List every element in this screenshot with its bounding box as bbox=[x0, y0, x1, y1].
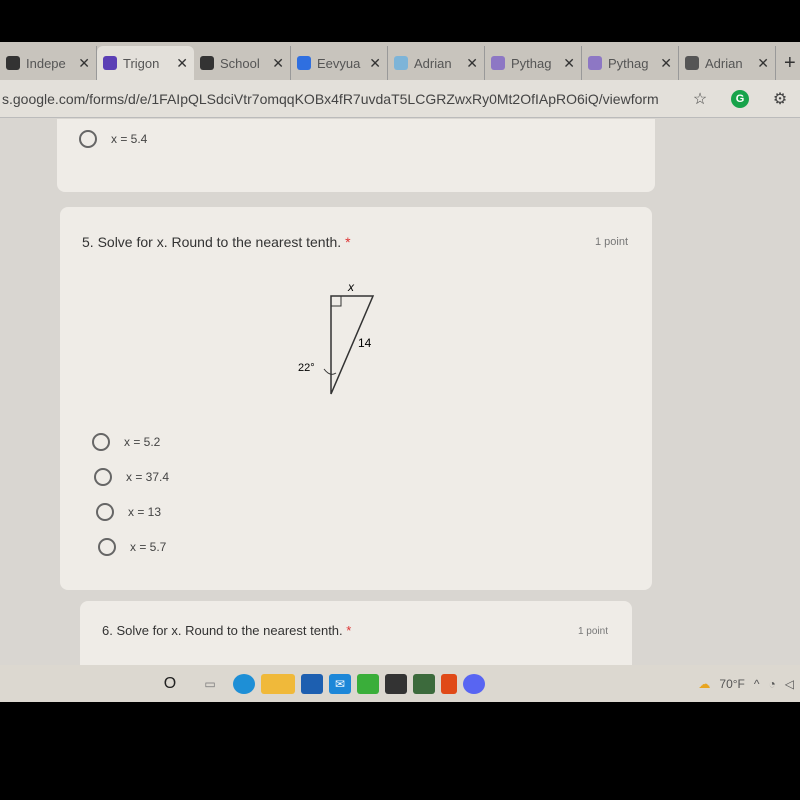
schoology-icon bbox=[200, 56, 214, 70]
option-row[interactable]: x = 13 bbox=[96, 503, 161, 521]
forms-icon bbox=[588, 56, 602, 70]
weather-icon[interactable]: ☁ bbox=[698, 677, 710, 691]
schoology-icon bbox=[6, 56, 20, 70]
tab-strip: Indepe ✕ Trigon ✕ School ✕ Eevyua ✕ Adrian ✕ Pytha… bbox=[0, 42, 800, 80]
close-tab-icon[interactable]: ✕ bbox=[563, 55, 575, 72]
forms-icon bbox=[491, 56, 505, 70]
store-icon[interactable] bbox=[301, 673, 323, 694]
option-label: x = 5.2 bbox=[124, 435, 161, 449]
wifi-icon[interactable]: ◔ bbox=[769, 677, 776, 691]
file-explorer-icon[interactable] bbox=[261, 673, 295, 694]
tab-1[interactable]: Trigon ✕ bbox=[97, 46, 194, 80]
discord-icon[interactable] bbox=[463, 673, 485, 694]
required-asterisk: * bbox=[345, 234, 351, 250]
option-label: x = 37.4 bbox=[126, 470, 170, 484]
radio-button[interactable] bbox=[92, 433, 110, 451]
right-angle-mark bbox=[331, 296, 342, 307]
chevron-up-icon[interactable]: ^ bbox=[754, 677, 760, 691]
question-title: 6. Solve for x. Round to the nearest ten… bbox=[102, 623, 351, 638]
docs-icon bbox=[297, 56, 311, 70]
extensions-icon[interactable]: ⚙ bbox=[760, 89, 800, 109]
option-label: x = 5.4 bbox=[111, 132, 148, 146]
radio-button[interactable] bbox=[96, 503, 114, 521]
radio-button[interactable] bbox=[98, 538, 116, 556]
mail-icon[interactable]: ✉ bbox=[329, 673, 351, 694]
question-card-5: 5. Solve for x. Round to the nearest ten… bbox=[60, 207, 652, 590]
option-label: x = 13 bbox=[128, 505, 162, 519]
favorite-star-icon[interactable]: ☆ bbox=[680, 89, 720, 109]
close-tab-icon[interactable]: ✕ bbox=[660, 55, 672, 72]
search-icon[interactable]: O bbox=[153, 674, 187, 694]
tab-title: Eevyua bbox=[317, 55, 361, 71]
tab-title: Pythag bbox=[608, 55, 649, 71]
tab-7[interactable]: Adrian ✕ bbox=[679, 46, 776, 80]
radio-button[interactable] bbox=[94, 468, 112, 486]
screen: Indepe ✕ Trigon ✕ School ✕ Eevyua ✕ Adrian ✕ Pytha… bbox=[0, 42, 800, 702]
close-tab-icon[interactable]: ✕ bbox=[272, 55, 284, 72]
angle-arc bbox=[323, 368, 337, 375]
angle-label: 22° bbox=[298, 362, 315, 374]
tab-6[interactable]: Pythag ✕ bbox=[582, 46, 679, 80]
question-text: 5. Solve for x. Round to the nearest ten… bbox=[82, 234, 342, 250]
grammarly-icon: G bbox=[731, 90, 749, 108]
triangle-figure: x 14 22° bbox=[298, 280, 375, 395]
side-label-hyp: 14 bbox=[358, 336, 372, 350]
book-icon bbox=[685, 56, 699, 70]
bing-icon bbox=[394, 56, 408, 70]
close-tab-icon[interactable]: ✕ bbox=[757, 55, 769, 72]
grammarly-extension-button[interactable]: G bbox=[720, 89, 760, 108]
tab-title: Trigon bbox=[123, 55, 160, 71]
forms-icon bbox=[103, 56, 117, 70]
new-tab-button[interactable]: + bbox=[776, 46, 800, 80]
question-card-prev: x = 5.4 bbox=[57, 119, 655, 192]
required-asterisk: * bbox=[346, 623, 352, 638]
address-bar: s.google.com/forms/d/e/1FAIpQLSdciVtr7om… bbox=[0, 80, 800, 118]
tab-title: Adrian bbox=[705, 55, 743, 71]
tab-3[interactable]: Eevyua ✕ bbox=[291, 46, 388, 80]
taskbar: O ▭ ✉ ☁ 70°F ^ ◔ ◁ bbox=[0, 665, 800, 702]
edge-icon[interactable] bbox=[233, 673, 255, 694]
tab-title: Indepe bbox=[26, 55, 66, 71]
solitaire-icon[interactable] bbox=[357, 673, 379, 694]
volume-icon[interactable]: ◁ bbox=[785, 677, 794, 691]
close-tab-icon[interactable]: ✕ bbox=[78, 55, 90, 72]
tab-5[interactable]: Pythag ✕ bbox=[485, 46, 582, 80]
office-icon[interactable] bbox=[441, 673, 457, 694]
system-tray: ☁ 70°F ^ ◔ ◁ bbox=[698, 677, 800, 691]
option-row[interactable]: x = 5.4 bbox=[79, 130, 147, 148]
tab-title: School bbox=[220, 55, 260, 71]
tab-2[interactable]: School ✕ bbox=[194, 46, 291, 80]
close-tab-icon[interactable]: ✕ bbox=[176, 55, 188, 72]
radio-button[interactable] bbox=[79, 130, 97, 148]
url-field[interactable]: s.google.com/forms/d/e/1FAIpQLSdciVtr7om… bbox=[0, 91, 680, 107]
tab-4[interactable]: Adrian ✕ bbox=[388, 46, 485, 80]
tab-title: Adrian bbox=[414, 55, 452, 71]
option-row[interactable]: x = 37.4 bbox=[94, 468, 169, 486]
tab-title: Pythag bbox=[511, 55, 552, 71]
option-row[interactable]: x = 5.2 bbox=[92, 433, 160, 451]
game-icon[interactable] bbox=[413, 673, 435, 694]
app-icon[interactable] bbox=[385, 673, 407, 694]
option-label: x = 5.7 bbox=[130, 540, 167, 554]
side-label-x: x bbox=[347, 280, 355, 294]
form-page: x = 5.4 5. Solve for x. Round to the nea… bbox=[0, 119, 800, 665]
question-title: 5. Solve for x. Round to the nearest ten… bbox=[82, 234, 351, 250]
tab-0[interactable]: Indepe ✕ bbox=[0, 46, 97, 80]
points-label: 1 point bbox=[594, 236, 628, 248]
close-tab-icon[interactable]: ✕ bbox=[369, 55, 381, 72]
weather-temp[interactable]: 70°F bbox=[719, 677, 744, 691]
question-card-6: 6. Solve for x. Round to the nearest ten… bbox=[80, 601, 632, 665]
question-text: 6. Solve for x. Round to the nearest ten… bbox=[102, 623, 343, 638]
task-view-icon[interactable]: ▭ bbox=[193, 674, 227, 694]
option-row[interactable]: x = 5.7 bbox=[98, 538, 166, 556]
points-label: 1 point bbox=[577, 626, 608, 637]
close-tab-icon[interactable]: ✕ bbox=[466, 55, 478, 72]
